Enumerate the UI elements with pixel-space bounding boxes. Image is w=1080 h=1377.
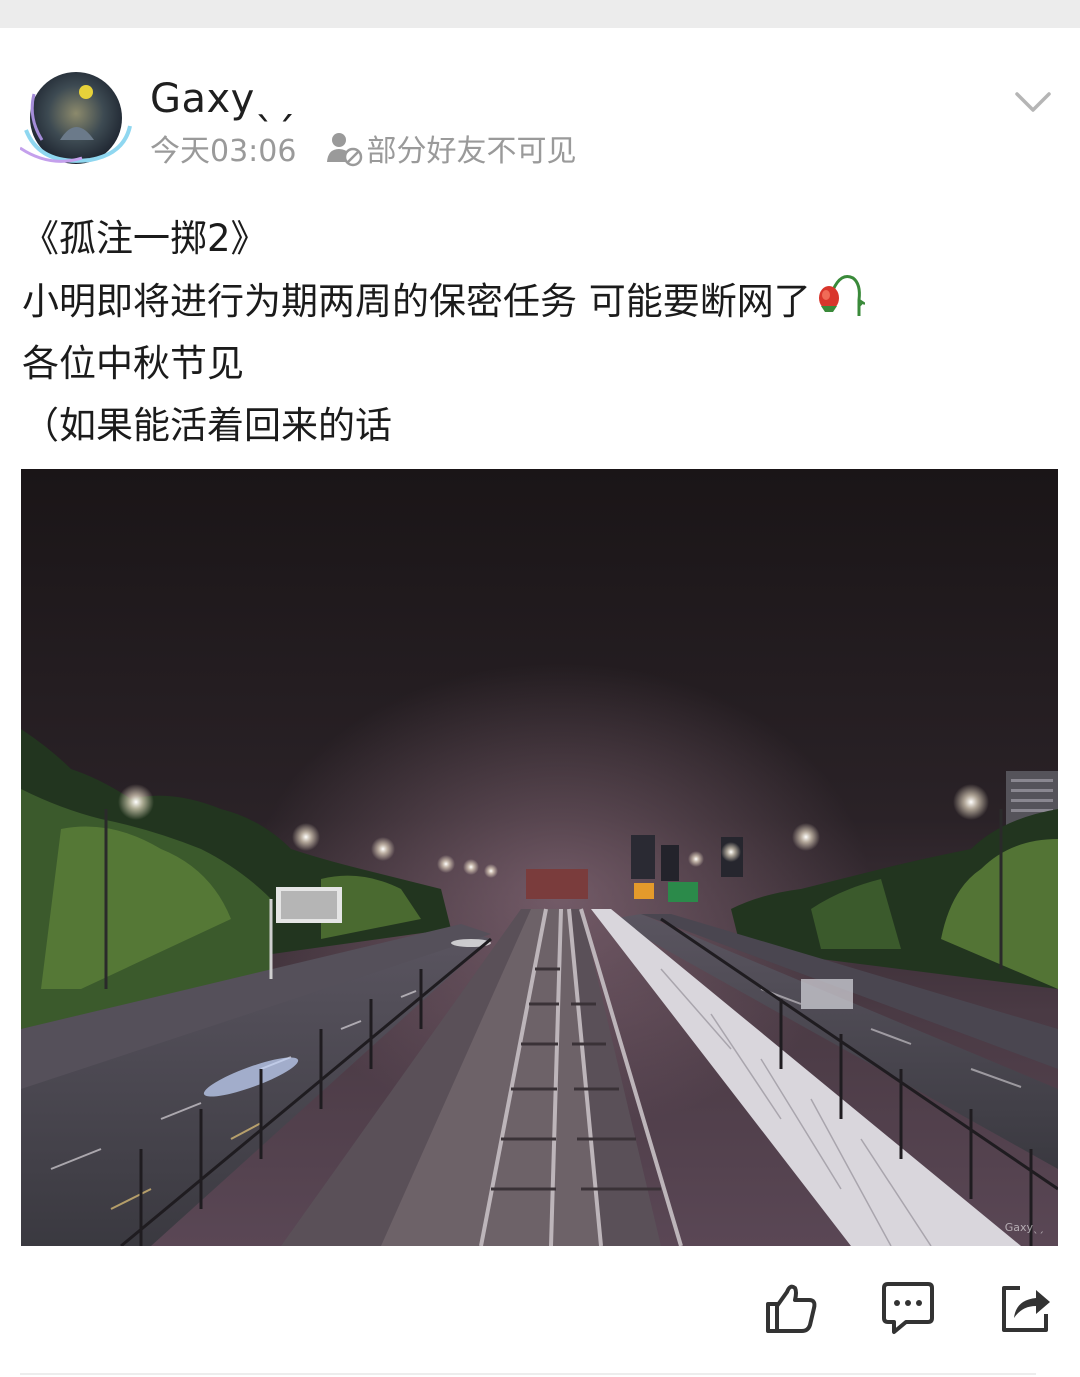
post-line-4: （如果能活着回来的话 bbox=[22, 404, 392, 447]
share-icon bbox=[1002, 1286, 1050, 1332]
share-button[interactable] bbox=[998, 1280, 1054, 1336]
visibility-label: 部分好友不可见 bbox=[366, 134, 577, 169]
avatar[interactable] bbox=[19, 70, 132, 168]
comment-icon bbox=[882, 1282, 934, 1334]
post-time: 今天03:06 bbox=[150, 134, 297, 169]
chevron-down-icon[interactable] bbox=[1014, 90, 1052, 114]
post-line-3: 各位中秋节见 bbox=[22, 342, 244, 385]
post-text: 《孤注一掷2》 小明即将进行为期两周的保密任务 可能要断网了 各位中秋节见 （如… bbox=[22, 208, 1052, 457]
photo-watermark: Gaxyˎˏ bbox=[1004, 1221, 1044, 1234]
partial-visibility-icon bbox=[324, 128, 364, 168]
post-line-2-text: 小明即将进行为期两周的保密任务 可能要断网了 bbox=[22, 280, 811, 323]
post-meta: 今天03:06 部分好友不可见 bbox=[150, 128, 577, 169]
post-photo[interactable]: Gaxyˎˏ bbox=[21, 469, 1058, 1246]
comment-button[interactable] bbox=[880, 1280, 936, 1336]
thumbs-up-icon bbox=[766, 1284, 817, 1333]
post-line-title: 《孤注一掷2》 bbox=[22, 217, 268, 260]
wilted-rose-emoji bbox=[813, 270, 866, 322]
moment-card: Gaxyˎˏ 今天03:06 部分好友不可见 《孤注一掷2》 小明即将进行为期两… bbox=[0, 28, 1080, 1377]
divider bbox=[20, 1373, 1036, 1375]
username[interactable]: Gaxyˎˏ bbox=[150, 72, 296, 126]
post-line-2: 小明即将进行为期两周的保密任务 可能要断网了 bbox=[22, 270, 1052, 333]
like-button[interactable] bbox=[763, 1280, 819, 1336]
